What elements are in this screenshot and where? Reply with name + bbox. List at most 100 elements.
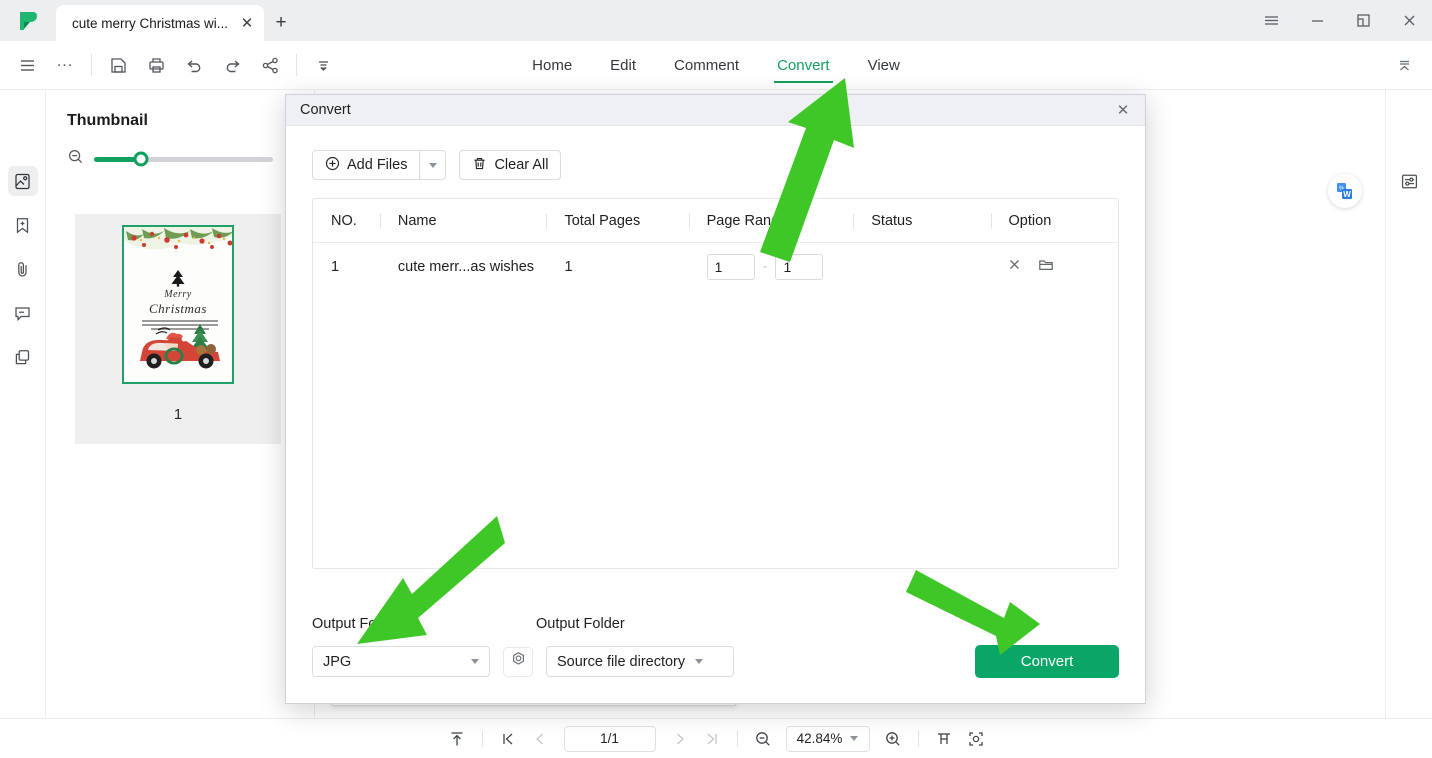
menu-item-edit[interactable]: Edit bbox=[591, 41, 655, 89]
new-tab-icon[interactable]: + bbox=[264, 5, 298, 41]
undo-icon[interactable] bbox=[175, 46, 213, 84]
title-bar: cute merry Christmas wi... ✕ + bbox=[0, 0, 1432, 41]
collapse-ribbon-icon[interactable] bbox=[1390, 52, 1418, 80]
zoom-level-value: 42.84% bbox=[796, 731, 843, 746]
fit-page-icon[interactable] bbox=[962, 726, 990, 752]
print-icon[interactable] bbox=[137, 46, 175, 84]
status-bar: 1/1 42.84% bbox=[0, 718, 1432, 758]
dialog-footer-labels: Output Format Output Folder bbox=[312, 616, 625, 632]
previous-page-icon[interactable] bbox=[526, 726, 554, 752]
toolbar-divider bbox=[91, 54, 92, 76]
redo-icon[interactable] bbox=[213, 46, 251, 84]
scroll-to-top-icon[interactable] bbox=[443, 726, 471, 752]
thumbnail-panel: Thumbnail › bbox=[47, 90, 315, 718]
save-icon[interactable] bbox=[99, 46, 137, 84]
zoom-in-icon[interactable] bbox=[879, 726, 907, 752]
menu-item-comment[interactable]: Comment bbox=[655, 41, 758, 89]
column-header-page-range: Page Range bbox=[689, 213, 854, 229]
application-window: cute merry Christmas wi... ✕ + ... Home … bbox=[0, 0, 1432, 758]
restore-icon[interactable] bbox=[1340, 0, 1386, 41]
page-range-to-input[interactable]: 1 bbox=[775, 253, 824, 280]
remove-icon[interactable] bbox=[1007, 257, 1022, 276]
page-indicator[interactable]: 1/1 bbox=[563, 725, 656, 752]
dialog-action-row: Add Files Clear All bbox=[312, 150, 1119, 180]
column-header-option: Option bbox=[991, 213, 1118, 229]
page-range-dash: - bbox=[762, 258, 768, 275]
settings-gear-icon bbox=[510, 651, 527, 673]
output-folder-select[interactable]: Source file directory bbox=[546, 646, 734, 677]
chevron-down-icon bbox=[428, 162, 437, 168]
share-icon[interactable] bbox=[251, 46, 289, 84]
files-table-header: NO. Name Total Pages Page Range Status O… bbox=[313, 199, 1118, 243]
row-name: cute merr...as wishes bbox=[397, 258, 535, 275]
chevron-down-icon bbox=[695, 659, 704, 664]
thumbnail-zoom-slider[interactable] bbox=[94, 151, 273, 167]
sidebar-item-comment[interactable] bbox=[8, 298, 38, 328]
page-range-from-input[interactable]: 1 bbox=[706, 253, 755, 280]
clear-all-label: Clear All bbox=[494, 157, 549, 173]
toolbar-divider-2 bbox=[296, 54, 297, 76]
left-rail bbox=[0, 90, 46, 718]
slider-handle[interactable] bbox=[133, 151, 149, 167]
minimize-icon[interactable] bbox=[1294, 0, 1340, 41]
window-menu-icon[interactable] bbox=[1248, 0, 1294, 41]
sidebar-item-bookmark[interactable] bbox=[8, 210, 38, 240]
open-folder-icon[interactable] bbox=[1038, 257, 1054, 277]
convert-dialog-titlebar: Convert ✕ bbox=[286, 95, 1145, 126]
sidebar-item-attachment[interactable] bbox=[8, 254, 38, 284]
add-files-button[interactable]: Add Files bbox=[312, 150, 421, 180]
convert-button[interactable]: Convert bbox=[975, 645, 1119, 678]
format-settings-button[interactable] bbox=[503, 646, 533, 677]
row-page-range: 1 - 1 bbox=[689, 253, 854, 280]
table-row[interactable]: 1 cute merr...as wishes 1 1 - 1 bbox=[313, 243, 1118, 290]
properties-panel-icon[interactable] bbox=[1394, 166, 1424, 196]
plus-circle-icon bbox=[325, 156, 340, 175]
status-divider-3 bbox=[917, 730, 919, 747]
thumbnail-page-image[interactable]: Merry Christmas bbox=[122, 225, 234, 384]
output-folder-label: Output Folder bbox=[536, 616, 625, 632]
last-page-icon[interactable] bbox=[698, 726, 726, 752]
convert-dialog-title: Convert bbox=[300, 102, 351, 118]
add-files-group: Add Files bbox=[312, 150, 447, 180]
row-no: 1 bbox=[331, 258, 340, 275]
column-header-total-pages: Total Pages bbox=[546, 213, 688, 229]
document-tab-label: cute merry Christmas wi... bbox=[72, 15, 229, 31]
add-files-dropdown-toggle[interactable] bbox=[420, 150, 447, 180]
close-dialog-icon[interactable]: ✕ bbox=[1109, 98, 1137, 122]
more-tools-icon[interactable] bbox=[304, 46, 342, 84]
menu-item-view[interactable]: View bbox=[849, 41, 919, 89]
zoom-out-icon[interactable] bbox=[67, 148, 84, 170]
app-logo-icon bbox=[0, 0, 56, 41]
dialog-footer-controls: JPG Source file directory Convert bbox=[312, 645, 1119, 678]
clear-all-button[interactable]: Clear All bbox=[459, 150, 562, 180]
column-header-name: Name bbox=[380, 213, 547, 229]
thumbnail-page-cell[interactable]: Merry Christmas 1 bbox=[75, 214, 281, 444]
thumbnail-art-title-1: Merry bbox=[164, 289, 192, 300]
output-folder-value: Source file directory bbox=[557, 653, 686, 670]
window-controls bbox=[1248, 0, 1432, 41]
convert-dialog-body: Add Files Clear All NO. Name Total Pages… bbox=[286, 126, 1145, 704]
close-tab-icon[interactable]: ✕ bbox=[236, 12, 258, 34]
hamburger-icon[interactable] bbox=[8, 46, 46, 84]
close-window-icon[interactable] bbox=[1386, 0, 1432, 41]
sidebar-item-thumbnail[interactable] bbox=[7, 166, 38, 196]
output-format-label: Output Format bbox=[312, 616, 406, 632]
thumbnail-zoom-slider-row bbox=[47, 130, 314, 170]
more-icon[interactable]: ... bbox=[46, 46, 84, 84]
menu-item-home[interactable]: Home bbox=[513, 41, 591, 89]
fit-width-icon[interactable] bbox=[930, 726, 958, 752]
document-tab[interactable]: cute merry Christmas wi... ✕ bbox=[56, 5, 265, 41]
next-page-icon[interactable] bbox=[666, 726, 694, 752]
convert-to-word-icon[interactable]: % W bbox=[1328, 174, 1362, 208]
chevron-down-icon bbox=[850, 736, 859, 741]
output-format-select[interactable]: JPG bbox=[312, 646, 490, 677]
zoom-level-selector[interactable]: 42.84% bbox=[785, 725, 870, 752]
column-header-no: NO. bbox=[331, 212, 357, 229]
thumbnail-page-number: 1 bbox=[173, 406, 183, 423]
chevron-down-icon bbox=[471, 659, 479, 664]
menu-item-convert[interactable]: Convert bbox=[758, 41, 849, 89]
sidebar-item-layers[interactable] bbox=[8, 342, 38, 372]
first-page-icon[interactable] bbox=[494, 726, 522, 752]
output-format-value: JPG bbox=[323, 653, 352, 670]
zoom-out-icon[interactable] bbox=[749, 726, 777, 752]
